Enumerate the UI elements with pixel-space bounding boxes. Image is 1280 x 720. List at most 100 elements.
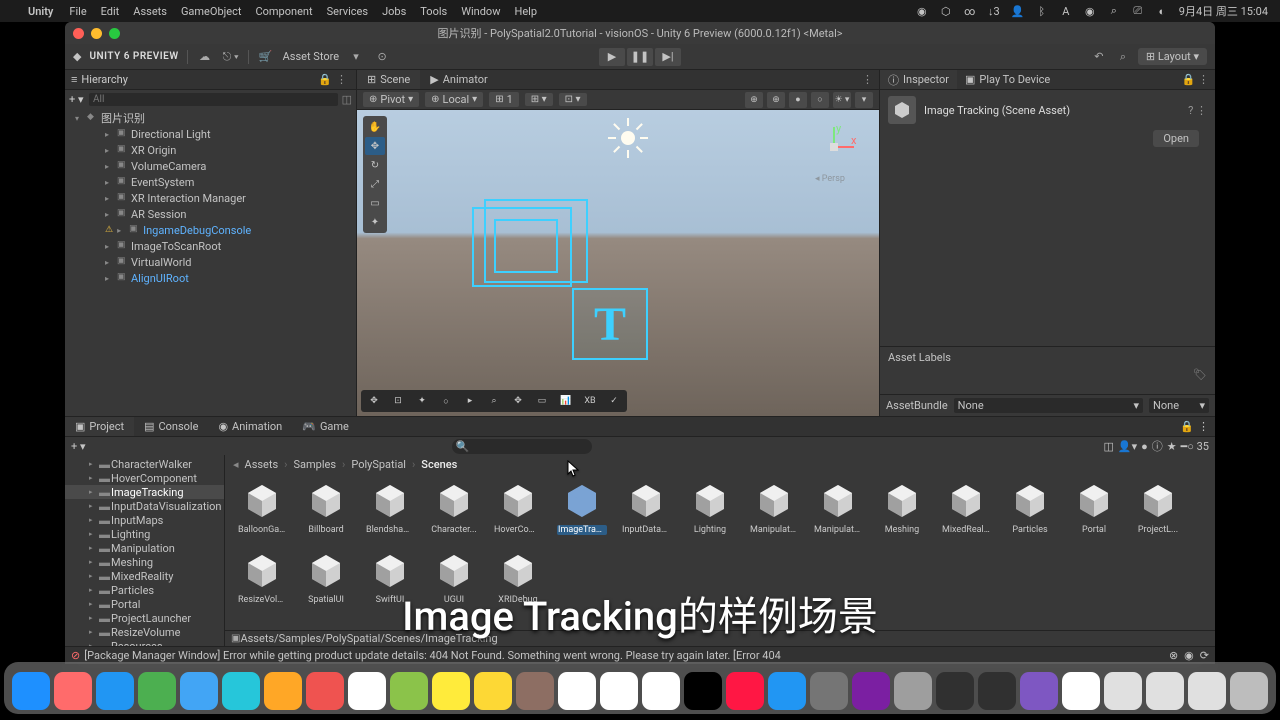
sync-icon[interactable]: ↓3 xyxy=(987,4,1001,18)
tool-5[interactable]: ▸ xyxy=(459,392,481,410)
menu-icon[interactable]: ⋮ xyxy=(1198,420,1209,433)
tool-xb[interactable]: XB xyxy=(579,392,601,410)
camera-icon[interactable]: ⊕ xyxy=(745,92,763,108)
close-window-button[interactable] xyxy=(73,28,84,39)
spotlight-icon[interactable]: ⌕ xyxy=(1107,4,1121,18)
scene-view[interactable]: ✋ ✥ ↻ ⤢ ▭ ✦ yx ◂ Persp xyxy=(357,110,879,416)
hierarchy-search-input[interactable] xyxy=(89,93,338,106)
hierarchy-item[interactable]: ▸▣ ImageToScanRoot xyxy=(65,238,356,254)
dock-app-21[interactable] xyxy=(894,672,932,710)
tool-10[interactable]: ✓ xyxy=(603,392,625,410)
dock-app-25[interactable] xyxy=(1062,672,1100,710)
project-asset[interactable]: HoverCom... xyxy=(493,479,543,535)
dock-app-29[interactable] xyxy=(1230,672,1268,710)
error-icon[interactable]: ⊘ xyxy=(71,649,80,662)
vcs-icon[interactable]: ⎋ ▾ xyxy=(222,48,240,66)
dock-app-13[interactable] xyxy=(558,672,596,710)
menu-component[interactable]: Component xyxy=(255,5,312,18)
hierarchy-item[interactable]: ▸▣ VolumeCamera xyxy=(65,158,356,174)
animator-tab[interactable]: ▶ Animator xyxy=(420,70,498,89)
dock-app-2[interactable] xyxy=(96,672,134,710)
lock-icon[interactable]: 🔒 xyxy=(1180,420,1194,433)
hierarchy-item[interactable]: ▸▣ AR Session xyxy=(65,206,356,222)
rotate-tool[interactable]: ↻ xyxy=(365,156,385,174)
control-center-icon[interactable]: ⎚ xyxy=(1131,4,1145,18)
project-tab[interactable]: ▣ Project xyxy=(65,417,134,436)
project-folder[interactable]: ▸▬Portal xyxy=(65,597,224,611)
step-button[interactable]: ▶| xyxy=(655,48,681,66)
dock-app-15[interactable] xyxy=(642,672,680,710)
dock-app-7[interactable] xyxy=(306,672,344,710)
filter-icon[interactable]: ◫ xyxy=(1103,440,1113,453)
open-button[interactable]: Open xyxy=(1153,130,1199,147)
project-folder[interactable]: ▸▬Lighting xyxy=(65,527,224,541)
project-search-input[interactable] xyxy=(452,439,592,454)
tool-4[interactable]: ○ xyxy=(435,392,457,410)
status-text[interactable]: [Package Manager Window] Error while get… xyxy=(84,649,781,662)
project-asset[interactable]: Billboard xyxy=(301,479,351,535)
lock-icon[interactable]: 🔒 ⋮ xyxy=(1176,73,1215,86)
project-asset[interactable]: InputDataVi... xyxy=(621,479,671,535)
dock-app-9[interactable] xyxy=(390,672,428,710)
keyboard-icon[interactable]: A xyxy=(1059,4,1073,18)
assetbundle-dropdown[interactable]: None▾ xyxy=(954,398,1143,413)
breadcrumb-segment[interactable]: PolySpatial xyxy=(351,458,406,471)
search-type-icon[interactable]: ◫ xyxy=(342,93,352,106)
dock-app-6[interactable] xyxy=(264,672,302,710)
dock-app-1[interactable] xyxy=(54,672,92,710)
tool-9[interactable]: 📊 xyxy=(555,392,577,410)
gizmos-icon[interactable]: ▾ xyxy=(855,92,873,108)
tool-6[interactable]: ⌕ xyxy=(483,392,505,410)
project-folder[interactable]: ▸▬InputDataVisualization xyxy=(65,499,224,513)
project-asset[interactable]: BalloonGall... xyxy=(237,479,287,535)
tool-7[interactable]: ✥ xyxy=(507,392,529,410)
project-folder[interactable]: ▸▬HoverComponent xyxy=(65,471,224,485)
create-dropdown[interactable]: + ▾ xyxy=(69,93,85,106)
dock-app-11[interactable] xyxy=(474,672,512,710)
grid-scale[interactable]: ⊞ 1 xyxy=(489,92,519,107)
project-folder[interactable]: ▸▬MixedReality xyxy=(65,569,224,583)
tool-8[interactable]: ▭ xyxy=(531,392,553,410)
hand-tool[interactable]: ✋ xyxy=(365,118,385,136)
asset-store-button[interactable]: Asset Store xyxy=(283,50,339,63)
wifi-icon[interactable]: ◉ xyxy=(1083,4,1097,18)
hierarchy-item[interactable]: ▸▣ VirtualWorld xyxy=(65,254,356,270)
project-asset[interactable]: Meshing xyxy=(877,479,927,535)
project-folder[interactable]: ▸▬Manipulation xyxy=(65,541,224,555)
snap-increment-icon[interactable]: ⊡ ▾ xyxy=(559,93,587,106)
rect-tool[interactable]: ▭ xyxy=(365,194,385,212)
inspector-tab[interactable]: ⓘ Inspector xyxy=(880,70,957,89)
user-icon[interactable]: 👤 xyxy=(1011,4,1025,18)
snap-icon[interactable]: ⊞ ▾ xyxy=(525,93,553,106)
project-asset[interactable]: MixedReality xyxy=(941,479,991,535)
hierarchy-item[interactable]: ▸▣ XR Interaction Manager xyxy=(65,190,356,206)
project-asset[interactable]: ResizeVolu... xyxy=(237,549,287,605)
project-folder[interactable]: ▸▬ImageTracking xyxy=(65,485,224,499)
pause-button[interactable]: ❚❚ xyxy=(627,48,653,66)
project-folder[interactable]: ▸▬ProjectLauncher xyxy=(65,611,224,625)
orientation-gizmo[interactable]: yx ◂ Persp xyxy=(809,122,859,172)
project-asset[interactable]: Portal xyxy=(1069,479,1119,535)
project-asset[interactable]: Character... xyxy=(429,479,479,535)
dock-app-18[interactable] xyxy=(768,672,806,710)
move-tool[interactable]: ✥ xyxy=(365,137,385,155)
menu-help[interactable]: Help xyxy=(514,5,537,18)
hidden-icon[interactable]: ⓘ xyxy=(1152,438,1163,454)
dock-app-28[interactable] xyxy=(1188,672,1226,710)
menu-edit[interactable]: Edit xyxy=(101,5,120,18)
project-asset[interactable]: ProjectL... xyxy=(1133,479,1183,535)
dock-app-26[interactable] xyxy=(1104,672,1142,710)
breadcrumb-segment[interactable]: Samples xyxy=(293,458,336,471)
project-folder[interactable]: ▸▬InputMaps xyxy=(65,513,224,527)
label-tag-icon[interactable]: 🏷 xyxy=(888,368,1207,381)
play-button[interactable]: ▶ xyxy=(599,48,625,66)
light-icon[interactable]: ☀ ▾ xyxy=(833,92,851,108)
breadcrumb-segment[interactable]: Scenes xyxy=(421,458,457,471)
directional-light-gizmo[interactable] xyxy=(608,118,648,158)
dock-app-4[interactable] xyxy=(180,672,218,710)
panel-menu-icon[interactable]: ⋮ xyxy=(856,73,879,86)
cart-icon[interactable]: 🛒 xyxy=(257,48,275,66)
tool-2[interactable]: ⊡ xyxy=(387,392,409,410)
record-icon[interactable]: ◉ xyxy=(915,4,929,18)
save-icon[interactable]: ● xyxy=(1141,440,1148,453)
